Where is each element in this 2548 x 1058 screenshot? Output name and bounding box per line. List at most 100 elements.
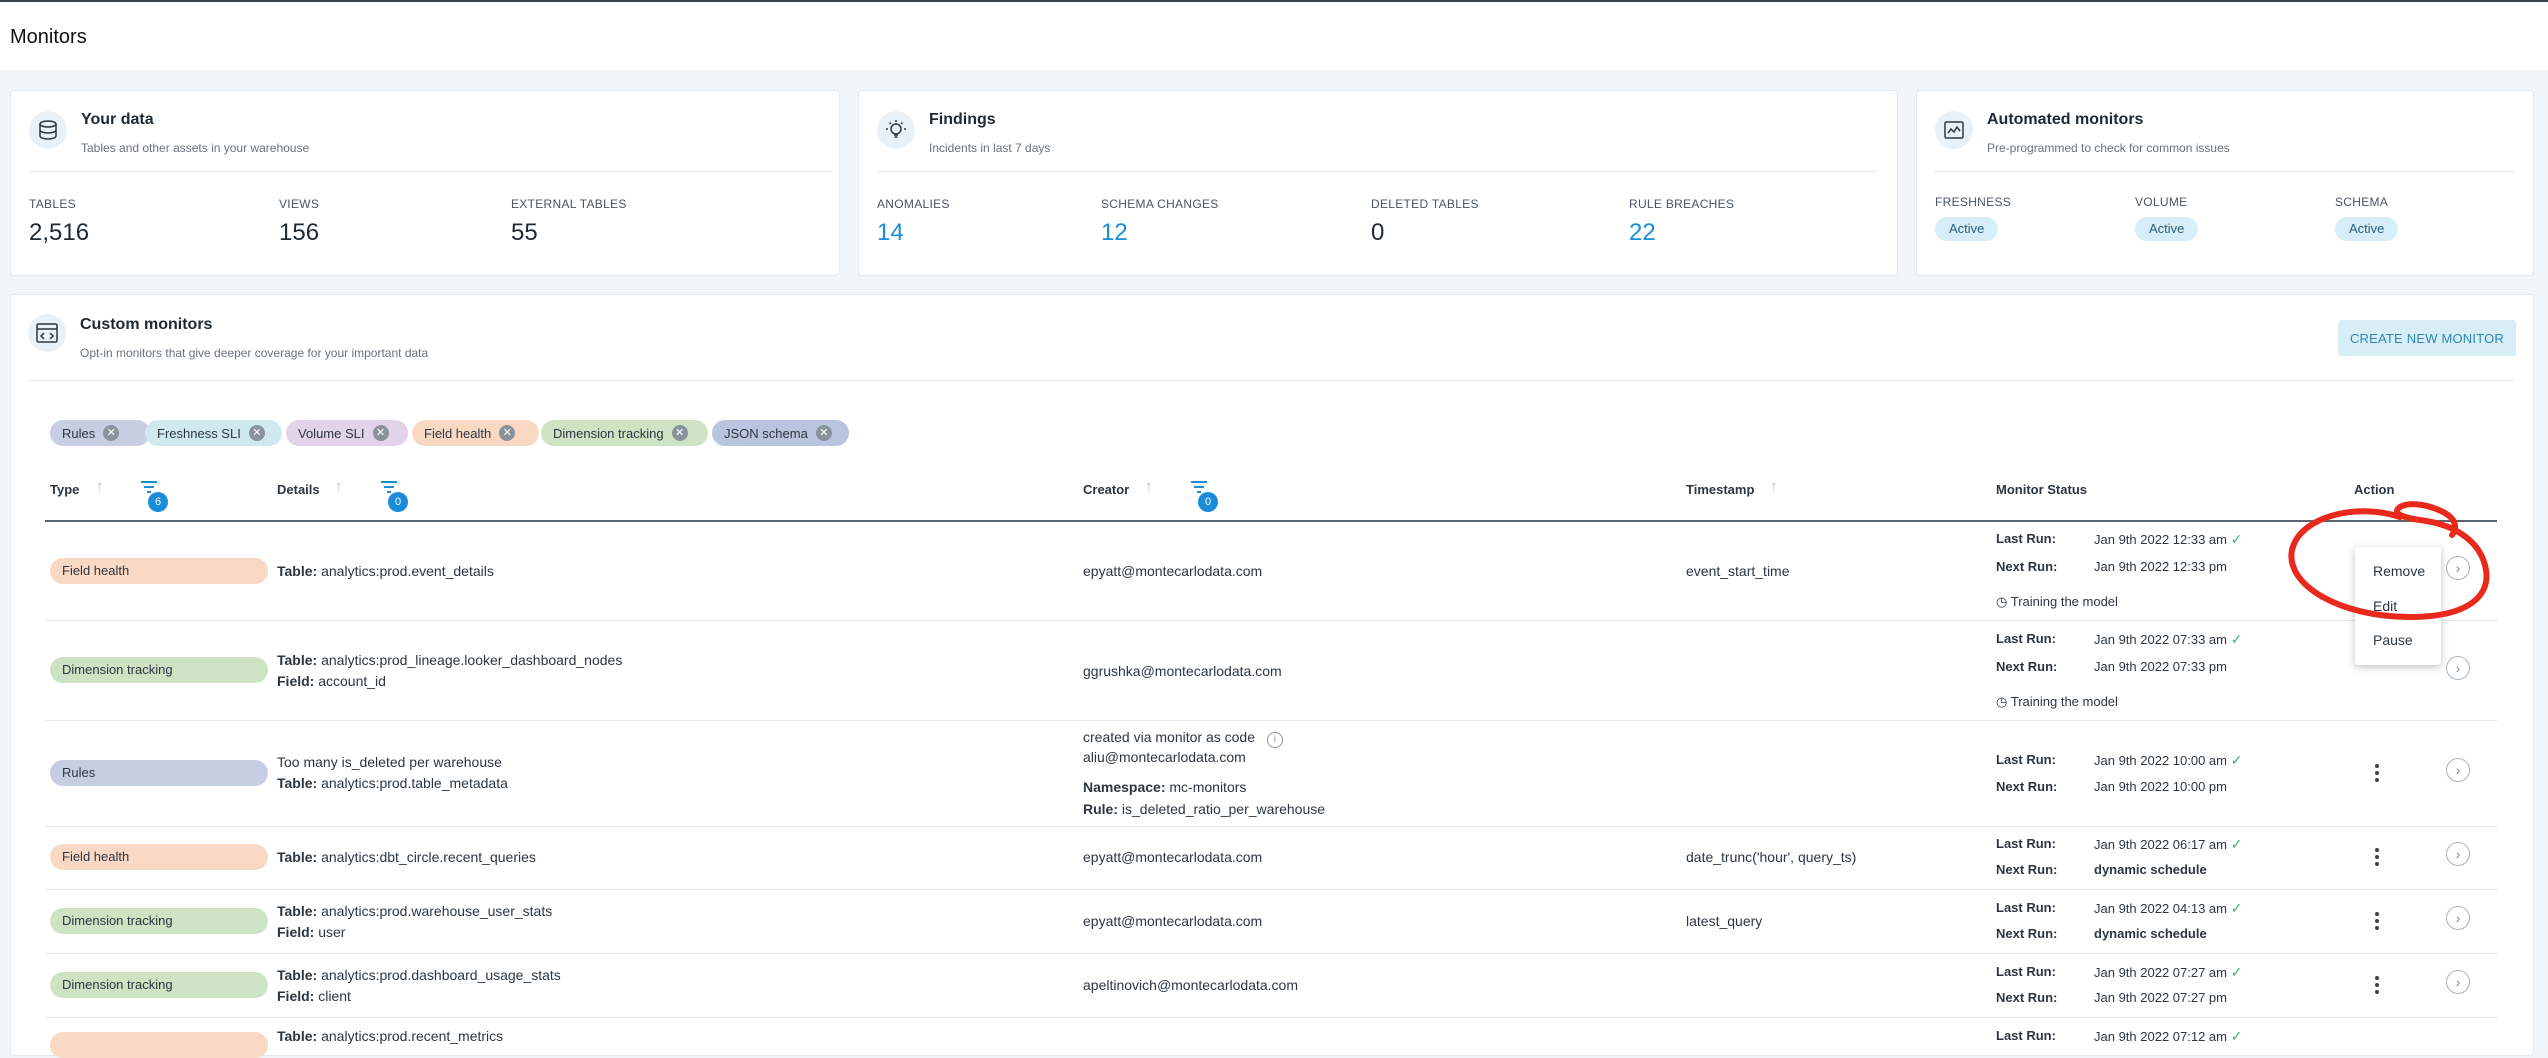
type-badge: Rules — [50, 760, 268, 786]
label: Field: — [277, 988, 315, 1004]
label: Table: — [277, 903, 318, 919]
next-run-value: dynamic schedule — [2094, 926, 2207, 941]
menu-item-pause[interactable]: Pause — [2373, 632, 2413, 648]
filter-count-badge: 0 — [388, 492, 408, 512]
anomalies-link[interactable]: 14 — [877, 219, 904, 247]
filter-chip-field-health[interactable]: Field health ✕ — [412, 420, 539, 446]
kebab-menu-icon[interactable] — [2374, 976, 2380, 998]
details-cell: Table: analytics:prod.event_details — [277, 563, 494, 579]
last-run-label: Last Run: — [1996, 752, 2056, 767]
last-run-time: Jan 9th 2022 06:17 am — [2094, 837, 2227, 852]
chip-label: Freshness SLI — [157, 425, 241, 441]
chevron-right-icon[interactable]: › — [2446, 970, 2470, 994]
success-check-icon: ✓ — [2230, 900, 2243, 916]
timestamp-cell: latest_query — [1686, 913, 1763, 929]
filter-chip-freshness-sli[interactable]: Freshness SLI ✕ — [145, 420, 282, 446]
table-name: analytics:prod.table_metadata — [321, 775, 508, 791]
details-cell: Table: analytics:prod.dashboard_usage_st… — [277, 967, 561, 983]
label: Table: — [277, 967, 318, 983]
column-header-type[interactable]: Type — [50, 482, 79, 497]
next-run-value: Jan 9th 2022 10:00 pm — [2094, 779, 2227, 794]
label: Namespace: — [1083, 779, 1166, 795]
page-header: Monitors — [0, 2, 2548, 70]
type-badge: Field health — [50, 558, 268, 584]
field-cell: Field: user — [277, 924, 345, 940]
last-run-time: Jan 9th 2022 07:33 am — [2094, 632, 2227, 647]
card-subtitle: Tables and other assets in your warehous… — [81, 141, 310, 155]
chevron-right-icon[interactable]: › — [2446, 906, 2470, 930]
details-cell: Table: analytics:prod.recent_metrics — [277, 1028, 503, 1044]
next-run-value: dynamic schedule — [2094, 862, 2207, 877]
chevron-right-icon[interactable]: › — [2446, 842, 2470, 866]
stat-label: RULE BREACHES — [1629, 197, 1735, 211]
creator-cell: epyatt@montecarlodata.com — [1083, 849, 1263, 865]
clock-icon: ◷ — [1996, 694, 2008, 709]
last-run-label: Last Run: — [1996, 631, 2056, 646]
table-name: analytics:prod.warehouse_user_stats — [321, 903, 553, 919]
stat-label: EXTERNAL TABLES — [511, 197, 627, 211]
label: Table: — [277, 652, 318, 668]
column-header-details[interactable]: Details — [277, 482, 320, 497]
kebab-menu-icon[interactable] — [2374, 912, 2380, 934]
column-header-creator[interactable]: Creator — [1083, 482, 1129, 497]
rule-breaches-link[interactable]: 22 — [1629, 219, 1656, 247]
field-name: account_id — [318, 673, 386, 689]
label: Table: — [277, 1028, 318, 1044]
filter-count-badge: 6 — [148, 492, 168, 512]
training-text: Training the model — [2010, 594, 2118, 609]
filter-chip-rules[interactable]: Rules ✕ — [50, 420, 150, 446]
last-run-value: Jan 9th 2022 07:12 am ✓ — [2094, 1028, 2242, 1045]
stat-label: SCHEMA — [2335, 195, 2389, 209]
close-icon[interactable]: ✕ — [815, 425, 832, 441]
close-icon[interactable]: ✕ — [499, 425, 516, 441]
close-icon[interactable]: ✕ — [671, 425, 688, 441]
custom-monitors-title: Custom monitors — [80, 316, 213, 333]
stat-value: 156 — [279, 219, 320, 246]
kebab-menu-icon[interactable] — [2374, 848, 2380, 870]
custom-monitors-subtitle: Opt-in monitors that give deeper coverag… — [80, 346, 429, 360]
type-badge: Dimension tracking — [50, 908, 268, 934]
card-title: Automated monitors — [1987, 111, 2144, 128]
timestamp-cell: event_start_time — [1686, 563, 1790, 579]
freshness-status-badge: Active — [1935, 217, 1999, 241]
sort-arrow-icon[interactable]: ↑ — [1770, 478, 1778, 495]
stat-label: VOLUME — [2135, 195, 2188, 209]
last-run-value: Jan 9th 2022 04:13 am ✓ — [2094, 900, 2242, 917]
schema-changes-link[interactable]: 12 — [1101, 219, 1128, 247]
card-subtitle: Incidents in last 7 days — [929, 141, 1051, 155]
table-name: analytics:prod.dashboard_usage_stats — [321, 967, 561, 983]
stat-value: 0 — [1371, 219, 1385, 246]
volume-status-badge: Active — [2135, 217, 2199, 241]
type-badge: Field health — [50, 844, 268, 870]
last-run-time: Jan 9th 2022 07:12 am — [2094, 1029, 2227, 1044]
divider — [877, 171, 1877, 172]
next-run-value: Jan 9th 2022 12:33 pm — [2094, 559, 2227, 574]
chevron-right-icon[interactable]: › — [2446, 758, 2470, 782]
close-icon[interactable]: ✕ — [248, 425, 265, 441]
next-run-label: Next Run: — [1996, 990, 2058, 1005]
chevron-right-icon[interactable]: › — [2446, 656, 2470, 680]
sort-arrow-icon[interactable]: ↑ — [335, 478, 343, 495]
close-icon[interactable]: ✕ — [372, 425, 389, 441]
next-run-label: Next Run: — [1996, 862, 2058, 877]
create-new-monitor-button[interactable]: CREATE NEW MONITOR — [2338, 320, 2516, 356]
stat-value: 2,516 — [29, 219, 90, 246]
your-data-card: Your data Tables and other assets in you… — [10, 90, 840, 276]
card-subtitle: Pre-programmed to check for common issue… — [1987, 141, 2230, 155]
info-icon[interactable]: i — [1266, 732, 1283, 748]
sort-arrow-icon[interactable]: ↑ — [1145, 478, 1153, 495]
table-name: analytics:dbt_circle.recent_queries — [321, 849, 536, 865]
kebab-menu-icon[interactable] — [2374, 764, 2380, 786]
creator-cell: aliu@montecarlodata.com — [1083, 749, 1246, 765]
sort-arrow-icon[interactable]: ↑ — [96, 478, 104, 495]
last-run-time: Jan 9th 2022 07:27 am — [2094, 965, 2227, 980]
filter-chip-volume-sli[interactable]: Volume SLI ✕ — [286, 420, 408, 446]
header-rule — [45, 520, 2497, 522]
filter-chip-dimension-tracking[interactable]: Dimension tracking ✕ — [541, 420, 708, 446]
filter-chip-json-schema[interactable]: JSON schema ✕ — [712, 420, 849, 446]
close-icon[interactable]: ✕ — [103, 425, 120, 441]
automated-monitors-card: Automated monitors Pre-programmed to che… — [1916, 90, 2534, 276]
column-header-timestamp[interactable]: Timestamp — [1686, 482, 1754, 497]
namespace-value: mc-monitors — [1169, 779, 1247, 795]
creator-cell: ggrushka@montecarlodata.com — [1083, 663, 1282, 679]
